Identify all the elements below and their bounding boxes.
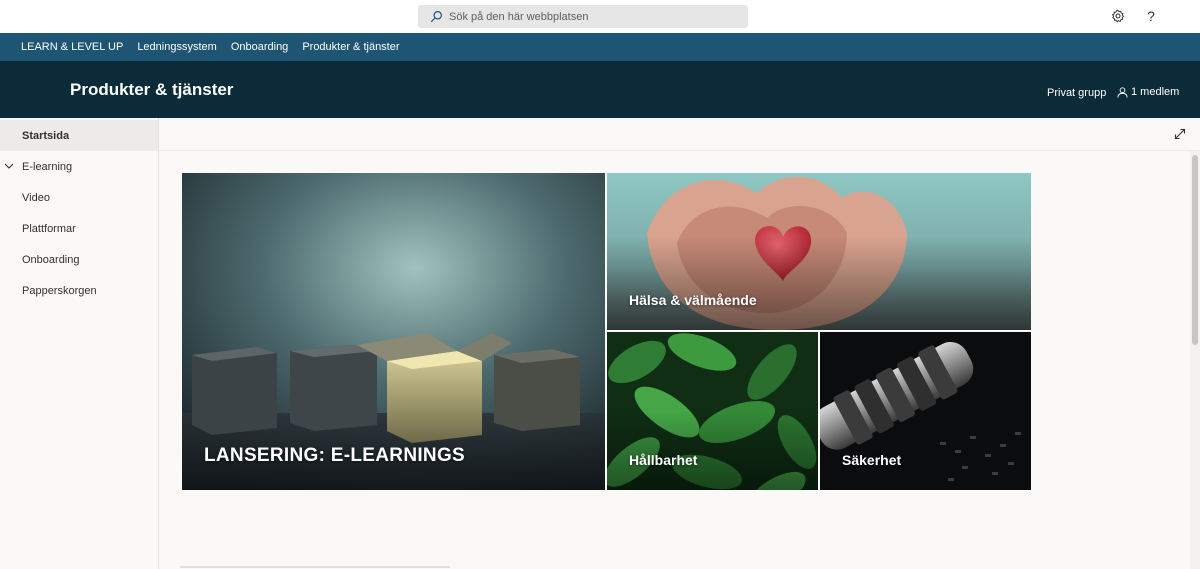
search-input[interactable] [449, 10, 729, 23]
leftnav-item-papperskorgen[interactable]: Papperskorgen [0, 275, 158, 306]
expand-icon[interactable] [1174, 128, 1186, 140]
settings-gear-icon[interactable] [1110, 8, 1126, 24]
search-icon [430, 11, 442, 23]
hubnav-item-learn-level-up[interactable]: LEARN & LEVEL UP [21, 41, 123, 53]
hubnav-item-ledningssystem[interactable]: Ledningssystem [137, 41, 217, 53]
leftnav-item-video[interactable]: Video [0, 182, 158, 213]
leftnav-item-startsida[interactable]: Startsida [0, 120, 158, 151]
suite-bar: ? [0, 0, 1200, 33]
leftnav-item-label: Plattformar [22, 222, 76, 235]
members-button[interactable]: 1 medlem [1117, 86, 1179, 98]
members-count: 1 medlem [1131, 86, 1180, 98]
privacy-label: Privat grupp [1047, 87, 1107, 99]
hubnav-item-onboarding[interactable]: Onboarding [231, 41, 289, 53]
leftnav-item-onboarding[interactable]: Onboarding [0, 244, 158, 275]
vertical-scrollbar[interactable] [1190, 151, 1200, 569]
leftnav-item-label: Papperskorgen [22, 284, 97, 297]
site-title[interactable]: Produkter & tjänster [70, 80, 233, 100]
person-icon [1117, 86, 1128, 98]
hero-tile-title: Hälsa & välmående [629, 292, 757, 308]
leftnav-item-label: Video [22, 191, 50, 204]
section-divider [180, 566, 450, 568]
scrollbar-thumb[interactable] [1192, 155, 1198, 345]
leftnav-item-e-learning[interactable]: E-learning [0, 151, 158, 182]
leftnav-item-plattformar[interactable]: Plattformar [0, 213, 158, 244]
leftnav-item-label: Onboarding [22, 253, 80, 266]
leftnav-item-label: E-learning [22, 160, 73, 173]
hub-navigation: LEARN & LEVEL UP Ledningssystem Onboardi… [0, 33, 1200, 61]
left-navigation: Startsida E-learning Video Plattformar O… [0, 118, 159, 569]
hero-tile-halsa[interactable]: Hälsa & välmående [607, 173, 1031, 330]
hero-tile-lansering[interactable]: LANSERING: E-LEARNINGS [182, 173, 605, 490]
hubnav-item-produkter-tjanster[interactable]: Produkter & tjänster [302, 41, 399, 53]
help-icon[interactable]: ? [1143, 8, 1159, 24]
leftnav-item-label: Startsida [22, 129, 70, 142]
main-content: LANSERING: E-LEARNINGS Hälsa & välmående… [160, 118, 1200, 569]
open-box-image [182, 173, 605, 490]
hero-tile-sakerhet[interactable]: Säkerhet [820, 332, 1031, 490]
hero-tile-title: Hållbarhet [629, 452, 698, 468]
hero-tile-title: Säkerhet [842, 452, 902, 468]
search-box[interactable] [418, 5, 748, 28]
site-header: Produkter & tjänster Privat grupp 1 medl… [0, 61, 1200, 118]
hero-tile-hallbarhet[interactable]: Hållbarhet [607, 332, 818, 490]
hero-tile-title: LANSERING: E-LEARNINGS [204, 445, 465, 466]
command-bar [160, 118, 1200, 151]
chevron-down-icon[interactable] [4, 162, 14, 170]
